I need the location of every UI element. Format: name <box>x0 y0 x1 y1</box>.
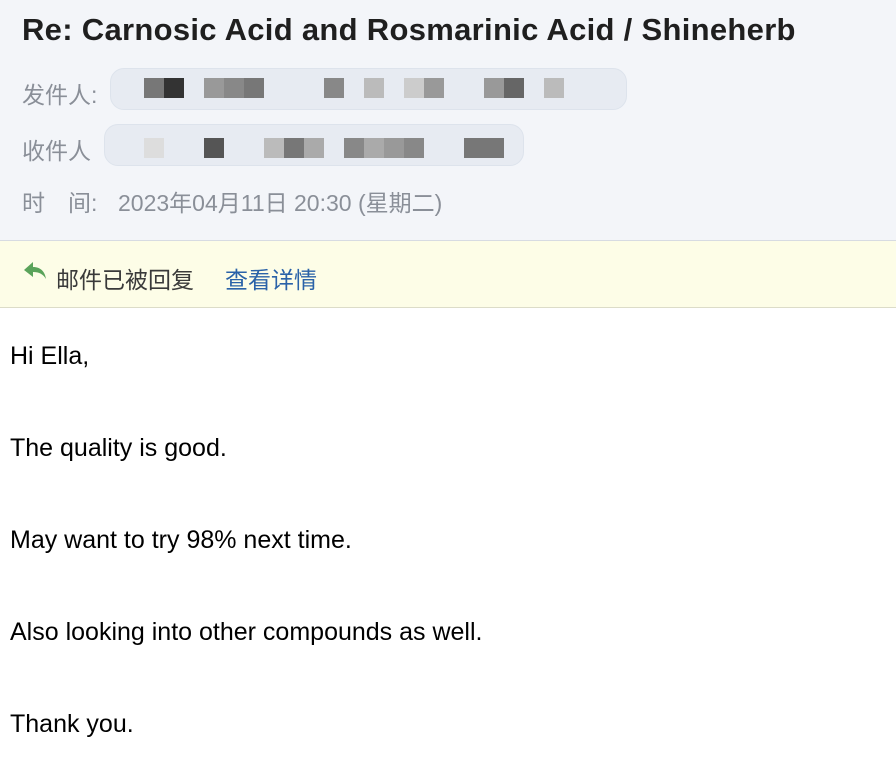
time-label: 时 间: <box>22 190 98 216</box>
body-line-signoff: Thank you. <box>10 710 134 738</box>
time-value: 2023年04月11日 20:30 (星期二) <box>118 190 443 216</box>
sender-label: 发件人: <box>22 82 98 108</box>
view-details-link[interactable]: 查看详情 <box>225 261 317 295</box>
body-line-quality: The quality is good. <box>10 434 227 462</box>
reply-notice-bar: 邮件已被回复 查看详情 <box>0 241 896 308</box>
email-header: Re: Carnosic Acid and Rosmarinic Acid / … <box>0 0 896 241</box>
recipient-label: 收件人 <box>22 138 91 164</box>
body-line-suggestion: May want to try 98% next time. <box>10 526 352 554</box>
email-subject: Re: Carnosic Acid and Rosmarinic Acid / … <box>22 12 796 47</box>
reply-notice-text: 邮件已被回复 <box>56 267 194 293</box>
body-line-compounds: Also looking into other compounds as wel… <box>10 618 483 646</box>
reply-arrow-icon <box>24 262 46 279</box>
body-line-greeting: Hi Ella, <box>10 342 90 370</box>
